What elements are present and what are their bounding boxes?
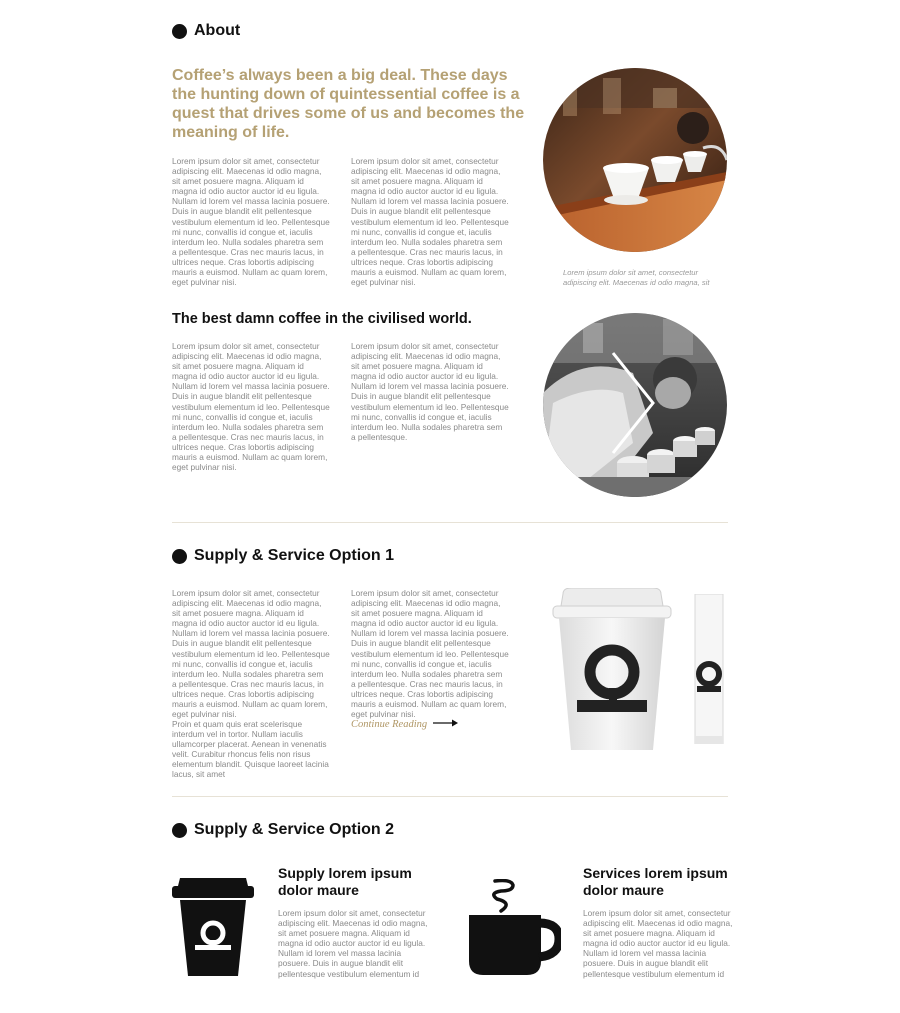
option2-section-header: Supply & Service Option 2 bbox=[172, 821, 394, 839]
arrow-right-icon bbox=[433, 719, 459, 730]
about-heading: About bbox=[194, 22, 241, 39]
continue-reading-link[interactable]: Continue Reading bbox=[351, 719, 459, 730]
continue-reading-label: Continue Reading bbox=[351, 719, 428, 730]
about-body-col1: Lorem ipsum dolor sit amet, consectetur … bbox=[172, 156, 330, 288]
services-text: Lorem ipsum dolor sit amet, consectetur … bbox=[583, 908, 733, 979]
section-divider bbox=[172, 522, 728, 523]
best-coffee-heading: The best damn coffee in the civilised wo… bbox=[172, 311, 472, 327]
services-title: Services lorem ipsum dolor maure bbox=[583, 865, 728, 898]
best-body-col2: Lorem ipsum dolor sit amet, consectetur … bbox=[351, 341, 509, 442]
barista-photo bbox=[543, 313, 727, 497]
option1-heading: Supply & Service Option 1 bbox=[194, 547, 395, 564]
sugar-sachet-photo bbox=[693, 593, 725, 745]
takeaway-cup-icon bbox=[172, 878, 254, 976]
takeaway-cup-photo bbox=[549, 587, 677, 752]
option1-body-col1b: Proin et quam quis erat scelerisque inte… bbox=[172, 719, 329, 780]
option1-body-col1: Lorem ipsum dolor sit amet, consectetur … bbox=[172, 588, 330, 720]
bullet-dot bbox=[172, 548, 187, 564]
best-body-col1: Lorem ipsum dolor sit amet, consectetur … bbox=[172, 341, 330, 473]
about-section-header: About bbox=[172, 22, 240, 40]
coffee-bar-photo bbox=[543, 68, 727, 252]
coffee-mug-icon bbox=[467, 878, 564, 975]
option1-body-col2: Lorem ipsum dolor sit amet, consectetur … bbox=[351, 588, 509, 720]
bullet-dot bbox=[172, 822, 187, 838]
about-body-col2: Lorem ipsum dolor sit amet, consectetur … bbox=[351, 156, 509, 288]
bullet-dot bbox=[172, 23, 187, 39]
supply-text: Lorem ipsum dolor sit amet, consectetur … bbox=[278, 908, 428, 979]
option1-section-header: Supply & Service Option 1 bbox=[172, 547, 394, 565]
section-divider bbox=[172, 796, 728, 797]
supply-title: Supply lorem ipsum dolor maure bbox=[278, 865, 412, 898]
photo-caption: Lorem ipsum dolor sit amet, consectetur … bbox=[563, 268, 710, 287]
about-lead-text: Coffee’s always been a big deal. These d… bbox=[172, 67, 525, 141]
option2-heading: Supply & Service Option 2 bbox=[194, 821, 395, 838]
